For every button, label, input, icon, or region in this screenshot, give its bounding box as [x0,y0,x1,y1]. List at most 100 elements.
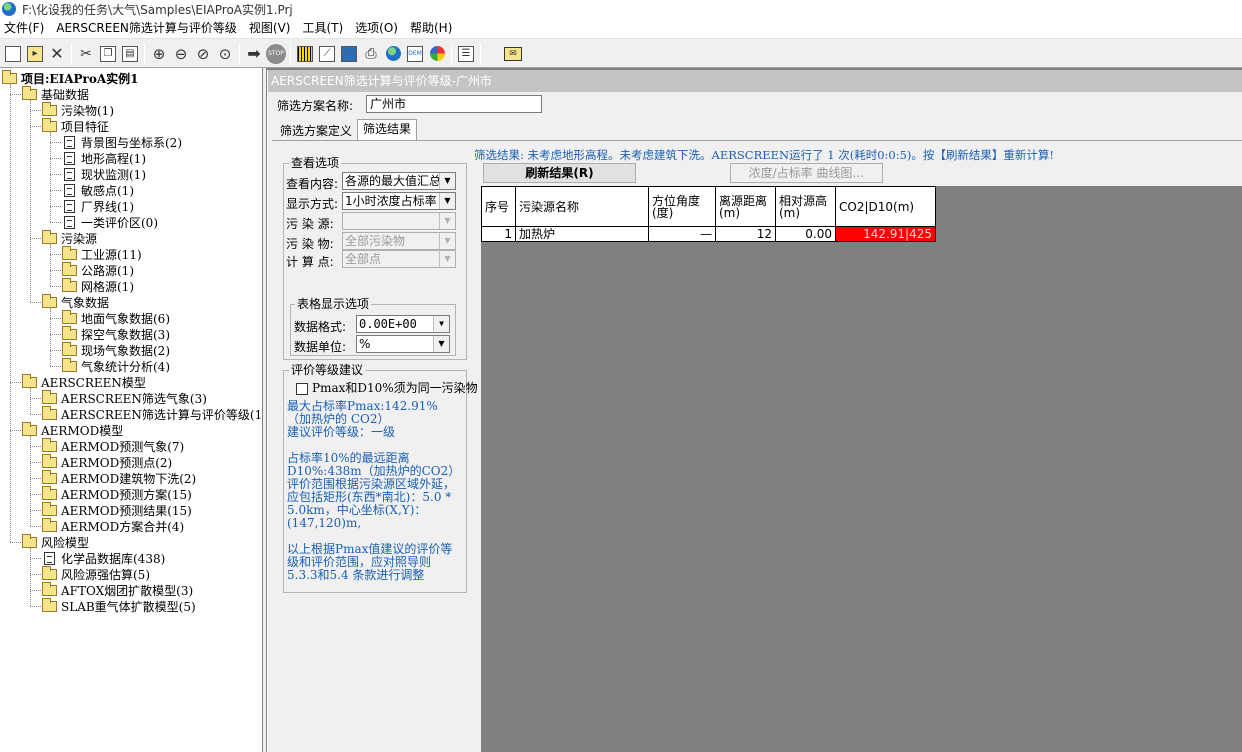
same-pollutant-label: Pmax和D10%须为同一污染物 [312,381,478,395]
tree-item[interactable]: AERMOD预测结果(15) [42,501,192,518]
checkbox-box [296,382,308,395]
tree-item[interactable]: 工业源(11) [62,245,142,262]
chevron-down-icon: ▼ [439,213,455,229]
document-icon [44,551,55,565]
table-row[interactable]: 1 加热炉 — 12 0.00 142.91|425 [481,226,936,242]
new-button[interactable] [2,43,24,65]
run-button[interactable]: ➡ [243,43,265,65]
cut-button[interactable]: ✂ [75,43,97,65]
format-combo[interactable]: 0.00E+00 ▼ [356,315,450,333]
tree-item[interactable]: 现场气象数据(2) [62,341,170,358]
zoom-fit-button[interactable]: ⊘ [192,43,214,65]
folder-icon [42,293,57,308]
menu-view[interactable]: 视图(V) [243,18,297,39]
tree-item[interactable]: AERSCREEN筛选计算与评价等级(10) [42,405,262,422]
tree-item[interactable]: AERMOD预测点(2) [42,453,172,470]
display-combo[interactable]: 1小时浓度占标率 ▼ [342,192,456,210]
unit-combo[interactable]: % ▼ [356,335,450,353]
tree-item[interactable]: 地形高程(1) [62,150,146,166]
child-window-title[interactable]: AERSCREEN筛选计算与评价等级-广州市 [268,70,1242,92]
menu-options[interactable]: 选项(O) [349,18,404,39]
zoom-window-icon: ⊙ [218,44,232,63]
copy-button[interactable]: ❐ [97,43,119,65]
refresh-result-button[interactable]: 刷新结果(R) [483,163,636,183]
tree-item[interactable]: 污染物(1) [42,101,114,118]
cell-source-name[interactable]: 加热炉 [515,226,649,242]
stop-button[interactable]: STOP [265,43,287,65]
tab-screening-result[interactable]: 筛选结果 [357,119,418,141]
tree-item[interactable]: AERMOD预测方案(15) [42,485,192,502]
tree-item[interactable]: 厂界线(1) [62,198,134,214]
tree-item[interactable]: 公路源(1) [62,261,134,278]
unit-label: 数据单位: [294,340,347,354]
tree-item-label: AERMOD预测结果(15) [61,503,192,518]
tree-item[interactable]: AERMOD方案合并(4) [42,517,184,534]
tree-item-label: 厂界线(1) [81,199,134,214]
content-combo[interactable]: 各源的最大值汇总 ▼ [342,172,456,190]
col-header[interactable]: 污染源名称 [515,186,649,227]
zoom-window-button[interactable]: ⊙ [214,43,236,65]
mail-button[interactable]: ✉ [502,43,524,65]
tree-item[interactable]: 风险模型 [22,533,89,550]
document-icon [64,135,75,149]
monitor-button[interactable] [338,43,360,65]
scheme-name-input[interactable]: 广州市 [366,95,542,113]
globe-button[interactable] [382,43,404,65]
print-button[interactable]: ⎙ [360,43,382,65]
tree-item[interactable]: 项目特征 [42,117,109,134]
cell-index[interactable]: 1 [481,226,516,242]
tree-item[interactable]: AERMOD模型 [22,421,123,438]
cell-relative-height[interactable]: 0.00 [775,226,836,242]
grid-button[interactable] [294,43,316,65]
tree-item[interactable]: AERSCREEN模型 [22,373,146,390]
tree-item-label: 化学品数据库(438) [61,551,166,566]
zoom-in-icon: ⊕ [152,44,166,63]
new-icon [5,45,21,62]
tree-item[interactable]: 基础数据 [22,85,89,102]
tree-item[interactable]: 风险源强估算(5) [42,565,150,582]
zoom-out-button[interactable]: ⊖ [170,43,192,65]
menu-tools[interactable]: 工具(T) [296,18,349,39]
close-file-button[interactable]: ✕ [46,43,68,65]
tree-item[interactable]: 气象数据 [42,293,109,310]
palette-button[interactable] [426,43,448,65]
col-header[interactable]: 离源距离(m) [715,186,776,227]
tree-item[interactable]: 化学品数据库(438) [42,550,165,566]
cell-co2-d10[interactable]: 142.91|425 [835,226,936,242]
tree-item[interactable]: 一类评价区(0) [62,214,158,230]
tree-item-label: AERMOD预测方案(15) [61,487,192,502]
col-header[interactable]: 相对源高(m) [775,186,836,227]
cell-distance[interactable]: 12 [715,226,776,242]
col-header[interactable]: 序号 [481,186,516,227]
tree-item[interactable]: 探空气象数据(3) [62,325,170,342]
tree-item[interactable]: AERMOD预测气象(7) [42,437,184,454]
same-pollutant-checkbox[interactable]: Pmax和D10%须为同一污染物 [296,379,478,396]
dem-button[interactable]: DEM [404,43,426,65]
tree-item[interactable]: 气象统计分析(4) [62,357,170,374]
menu-help[interactable]: 帮助(H) [404,18,458,39]
chevron-down-icon: ▼ [439,233,455,249]
open-button[interactable]: ▸ [24,43,46,65]
col-header[interactable]: 方位角度(度) [648,186,716,227]
tab-scheme-definition[interactable]: 筛选方案定义 [274,121,358,141]
content-value: 各源的最大值汇总 [345,174,442,188]
tree-item-label: 地形高程(1) [81,151,146,166]
tree-item[interactable]: 网格源(1) [62,277,134,294]
tree-item[interactable]: 地面气象数据(6) [62,309,170,326]
paste-button[interactable]: ▤ [119,43,141,65]
tree-item[interactable]: 项目:EIAProA实例1 [2,69,139,86]
chart-button[interactable]: ⟋ [316,43,338,65]
col-header[interactable]: CO2|D10(m) [835,186,936,227]
tree-item[interactable]: AERMOD建筑物下洗(2) [42,469,196,486]
tree-item[interactable]: AERSCREEN筛选气象(3) [42,389,207,406]
menu-aerscreen[interactable]: AERSCREEN筛选计算与评价等级 [50,18,243,39]
menu-file[interactable]: 文件(F) [0,18,50,39]
properties-button[interactable]: ☰ [455,43,477,65]
tree-item[interactable]: 背景图与坐标系(2) [62,134,182,150]
zoom-in-button[interactable]: ⊕ [148,43,170,65]
tree-item[interactable]: 敏感点(1) [62,182,134,198]
tree-item[interactable]: AFTOX烟团扩散模型(3) [42,581,193,598]
cell-azimuth[interactable]: — [648,226,716,242]
tree-item[interactable]: SLAB重气体扩散模型(5) [42,597,196,614]
tree-item[interactable]: 现状监测(1) [62,166,146,182]
